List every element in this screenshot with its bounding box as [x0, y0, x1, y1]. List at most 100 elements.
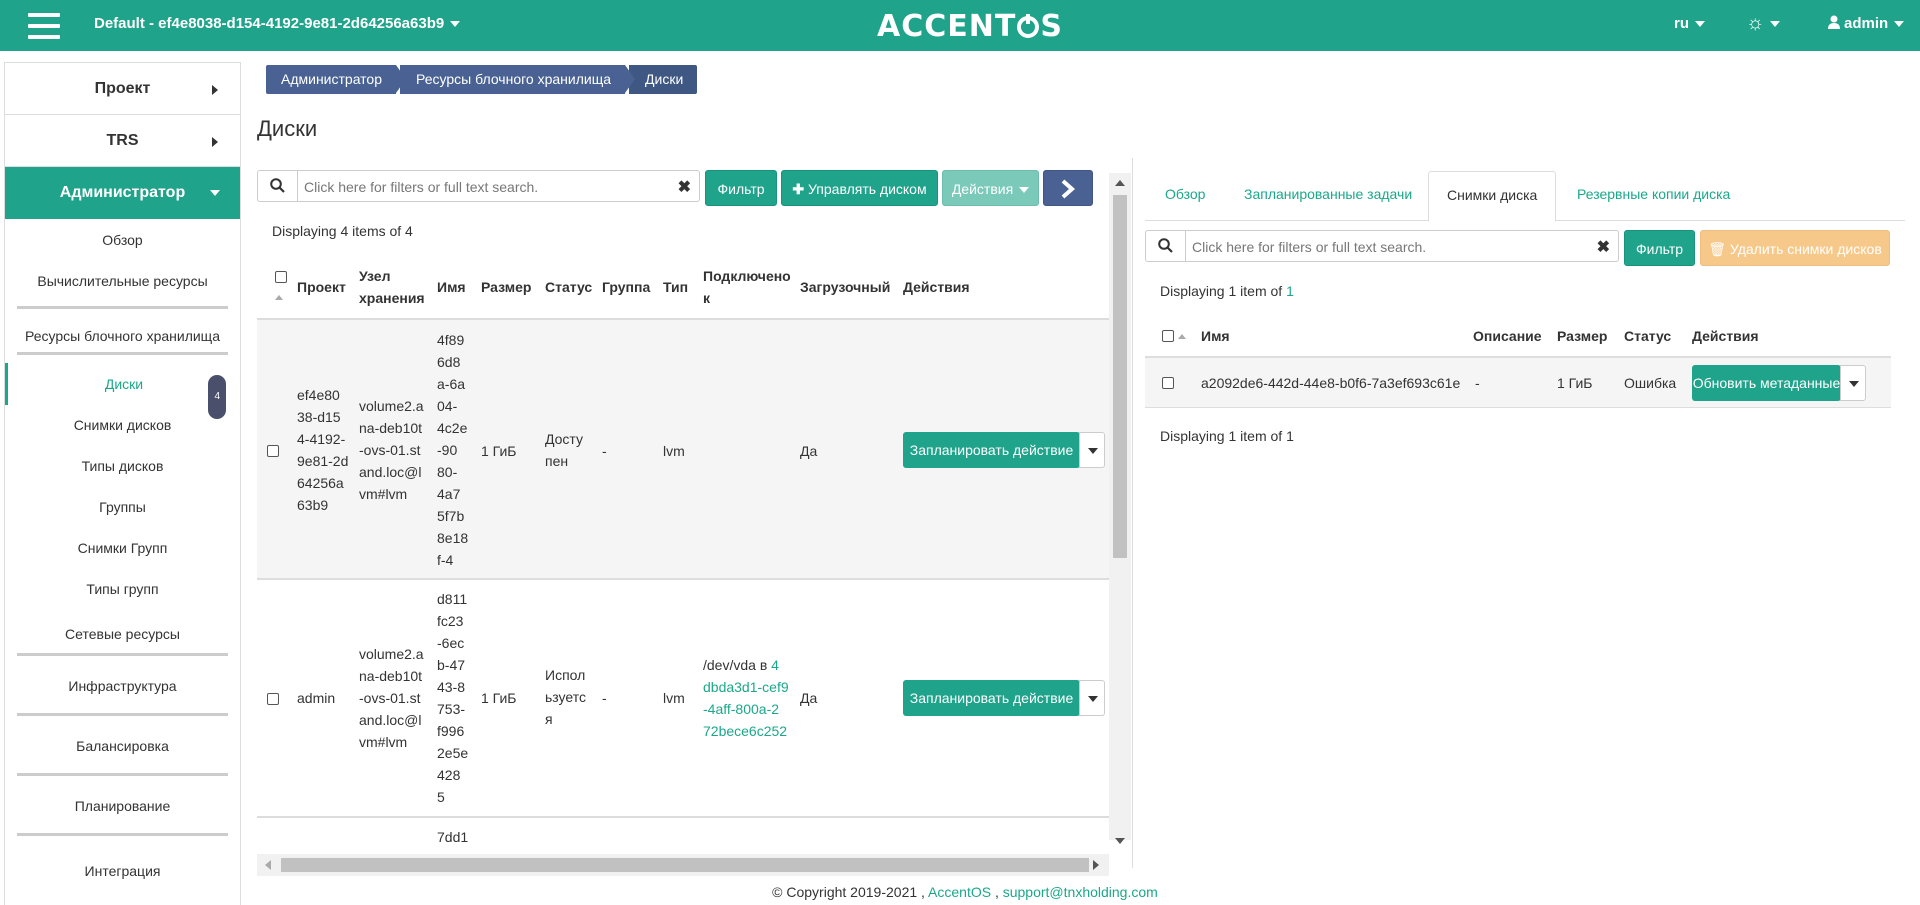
snapshots-search-input[interactable]: Click here for filters or full text sear… — [1145, 230, 1619, 262]
chevron-right-icon — [212, 85, 218, 95]
instance-link[interactable]: 4 — [771, 657, 779, 673]
breadcrumb-admin[interactable]: Администратор — [266, 65, 407, 94]
sidebar-item-group-types[interactable]: Типы групп — [5, 569, 240, 610]
sidebar-item-network[interactable]: Сетевые ресурсы — [17, 610, 228, 656]
sort-asc-icon[interactable] — [275, 295, 283, 300]
sidebar-item-balancing[interactable]: Балансировка — [17, 716, 228, 776]
breadcrumb-volumes[interactable]: Диски — [629, 65, 698, 94]
col-header-attached[interactable]: Подключено к — [703, 265, 795, 309]
select-all-checkbox[interactable] — [275, 271, 287, 283]
col-header-group[interactable]: Группа — [602, 276, 650, 298]
collapse-panel-button[interactable] — [1043, 170, 1093, 206]
volume-name-link[interactable]: 4f89 6d8 a-6a 04- 4c2e -90 80- 4a7 5f7b 8e18 f-4 — [437, 329, 468, 571]
col-header-description[interactable]: Описание — [1473, 325, 1542, 347]
host-cell: volume2.a na-deb10t -ovs-01.st and.loc@l vm#… — [359, 398, 424, 502]
accentos-link[interactable]: AccentOS — [928, 884, 991, 900]
volumes-search-input[interactable]: Click here for filters or full text sear… — [257, 170, 700, 202]
scroll-left-icon[interactable] — [265, 860, 271, 870]
scrollbar-thumb[interactable] — [281, 858, 1089, 872]
row-actions-dropdown[interactable] — [1840, 365, 1866, 401]
host-cell: volume2.a na-deb10t -ovs-01.st and.loc@l vm#… — [359, 646, 424, 750]
breadcrumb-block-storage[interactable]: Ресурсы блочного хранилища — [400, 65, 636, 94]
close-icon[interactable]: ✖ — [1597, 237, 1610, 257]
search-icon[interactable] — [258, 171, 298, 201]
sidebar-item-project[interactable]: Проект — [5, 63, 240, 115]
instance-link[interactable]: -4aff-800a-2 — [703, 698, 789, 720]
instance-link[interactable]: dbda3d1-cef9 — [703, 676, 789, 698]
col-header-actions[interactable]: Действия — [1692, 325, 1759, 347]
col-header-size[interactable]: Размер — [1557, 325, 1607, 347]
sidebar-item-block-storage[interactable]: Ресурсы блочного хранилища — [17, 309, 228, 355]
col-header-host[interactable]: Узел хранения — [359, 265, 425, 309]
project-link[interactable]: ef4e80 38-d15 4-4192- 9e81-2d 64256a 63b9 — [297, 384, 348, 516]
col-header-name[interactable]: Имя — [437, 276, 466, 298]
row-checkbox[interactable] — [267, 445, 279, 457]
sidebar-item-label: Ресурсы блочного хранилища — [25, 328, 220, 344]
delete-snapshots-button[interactable]: 🗑 Удалить снимки дисков — [1700, 230, 1890, 266]
col-header-size[interactable]: Размер — [481, 276, 531, 298]
manage-volume-label: Управлять диском — [808, 181, 927, 197]
instance-link[interactable]: 72bece6c252 — [703, 720, 789, 742]
col-header-bootable[interactable]: Загрузочный — [800, 276, 890, 298]
manage-volume-button[interactable]: ✚ Управлять диском — [781, 170, 938, 206]
language-selector[interactable]: ru — [1674, 15, 1705, 32]
scroll-right-icon[interactable] — [1093, 860, 1099, 870]
size-cell: 1 ГиБ — [481, 690, 517, 706]
sidebar-item-label: Диски — [104, 376, 144, 392]
tab-overview[interactable]: Обзор — [1165, 171, 1205, 221]
sort-asc-icon[interactable] — [1178, 334, 1186, 339]
scroll-down-icon[interactable] — [1115, 838, 1125, 844]
sidebar-item-admin[interactable]: Администратор — [5, 167, 240, 219]
row-checkbox[interactable] — [1162, 377, 1174, 389]
chevron-right-icon — [1061, 179, 1076, 199]
row-actions-dropdown[interactable] — [1079, 432, 1105, 468]
close-icon[interactable]: ✖ — [678, 177, 691, 197]
support-email-link[interactable]: support@tnxholding.com — [1003, 884, 1158, 900]
tab-scheduled-tasks[interactable]: Запланированные задачи — [1244, 171, 1412, 221]
schedule-action-button[interactable]: Запланировать действие — [903, 680, 1080, 716]
col-header-actions[interactable]: Действия — [903, 276, 970, 298]
user-menu[interactable]: admin — [1828, 15, 1905, 32]
sidebar-item-volume-snapshots[interactable]: Снимки дисков — [5, 405, 240, 446]
sidebar-item-compute[interactable]: Вычислительные ресурсы — [17, 263, 228, 309]
scrollbar-thumb[interactable] — [1113, 195, 1127, 558]
table-row: a2092de6-442d-44e8-b0f6-7a3ef693c61e - 1… — [1145, 358, 1891, 408]
row-checkbox[interactable] — [267, 693, 279, 705]
actions-dropdown-button[interactable]: Действия — [942, 170, 1039, 206]
tab-volume-snapshots[interactable]: Снимки диска — [1428, 171, 1557, 222]
status-cell: Испол ьзуетс я — [545, 667, 586, 727]
snapshots-count-top: Displaying 1 item of 1 — [1160, 283, 1294, 299]
col-header-status[interactable]: Статус — [545, 276, 592, 298]
snapshots-filter-button[interactable]: Фильтр — [1624, 230, 1695, 266]
size-cell: 1 ГиБ — [1557, 375, 1593, 391]
col-header-name[interactable]: Имя — [1201, 325, 1230, 347]
sidebar-item-groups[interactable]: Группы — [5, 487, 240, 528]
snapshot-name-link[interactable]: a2092de6-442d-44e8-b0f6-7a3ef693c61e — [1201, 372, 1460, 394]
col-header-status[interactable]: Статус — [1624, 325, 1671, 347]
filter-button[interactable]: Фильтр — [705, 170, 777, 206]
sidebar-item-scheduling[interactable]: Планирование — [17, 776, 228, 836]
sidebar-item-volumes[interactable]: Диски 4 — [5, 363, 240, 419]
select-all-checkbox[interactable] — [1162, 330, 1174, 342]
sidebar-item-trs[interactable]: TRS — [5, 115, 240, 167]
col-header-project[interactable]: Проект — [297, 276, 346, 298]
sidebar-item-volume-types[interactable]: Типы дисков — [5, 446, 240, 487]
col-header-type[interactable]: Тип — [663, 276, 688, 298]
sidebar-item-infrastructure[interactable]: Инфраструктура — [17, 656, 228, 716]
table-horizontal-scrollbar[interactable] — [257, 854, 1109, 876]
update-metadata-button[interactable]: Обновить метаданные — [1692, 365, 1841, 401]
sidebar-item-group-snapshots[interactable]: Снимки Групп — [5, 528, 240, 569]
volume-name-link[interactable]: d811 fc23 -6ec b-47 43-8 753- f996 2e5e 428 5 — [437, 588, 468, 808]
table-vertical-scrollbar[interactable] — [1109, 173, 1131, 844]
project-link[interactable]: admin — [297, 687, 335, 709]
row-actions-dropdown[interactable] — [1079, 680, 1105, 716]
breadcrumb: Администратор Ресурсы блочного хранилища… — [266, 65, 701, 94]
search-icon[interactable] — [1146, 231, 1186, 261]
tab-volume-backups[interactable]: Резервные копии диска — [1577, 171, 1730, 221]
chevron-down-icon — [1019, 187, 1030, 194]
theme-menu[interactable]: ☼ — [1746, 12, 1781, 35]
schedule-action-button[interactable]: Запланировать действие — [903, 432, 1080, 468]
sidebar-item-overview[interactable]: Обзор — [5, 219, 240, 261]
volume-name-link[interactable]: 7dd126 — [437, 826, 468, 854]
scroll-up-icon[interactable] — [1115, 180, 1125, 186]
